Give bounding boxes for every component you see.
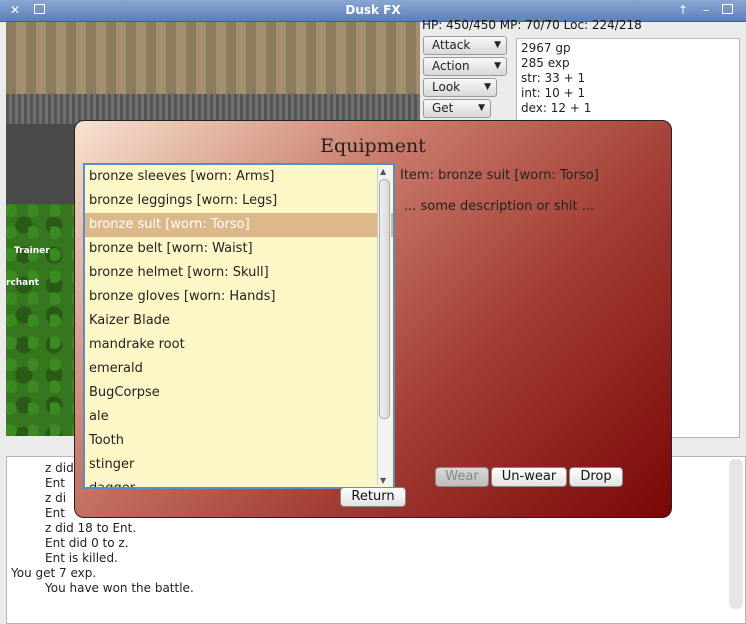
- log-line: Ent is killed.: [45, 551, 118, 565]
- maximize-icon[interactable]: [722, 4, 733, 14]
- get-label: Get: [432, 101, 454, 115]
- log-line: Ent: [45, 476, 65, 490]
- status-line: HP: 450/450 MP: 70/70 Loc: 224/218: [422, 18, 642, 32]
- dialog-title: Equipment: [320, 135, 426, 157]
- attack-label: Attack: [432, 38, 471, 52]
- equipment-item[interactable]: BugCorpse: [85, 381, 393, 405]
- stat-exp: 285 exp: [521, 56, 570, 70]
- equipment-item[interactable]: emerald: [85, 357, 393, 381]
- map-label-trainer: Trainer: [14, 246, 50, 256]
- chevron-down-icon: ▼: [494, 61, 501, 71]
- equipment-dialog: Equipment bronze sleeves [worn: Arms] bro…: [74, 120, 672, 518]
- return-button[interactable]: Return: [340, 487, 406, 507]
- equipment-item[interactable]: bronze suit [worn: Torso]: [85, 213, 393, 237]
- equipment-item[interactable]: mandrake root: [85, 333, 393, 357]
- stat-dex: dex: 12 + 1: [521, 101, 592, 115]
- unwear-button[interactable]: Un-wear: [491, 467, 567, 487]
- item-info: Item: bronze suit [worn: Torso]: [400, 168, 599, 183]
- log-line: Ent did 0 to z.: [45, 536, 129, 550]
- window-title: Dusk FX: [345, 3, 401, 17]
- list-scroll-thumb[interactable]: [379, 179, 390, 419]
- log-line: Ent: [45, 506, 65, 520]
- equipment-item[interactable]: bronze belt [worn: Waist]: [85, 237, 393, 261]
- equipment-items: bronze sleeves [worn: Arms] bronze leggin…: [85, 165, 393, 487]
- attack-button[interactable]: Attack ▼: [423, 36, 507, 55]
- log-line: z did 18 to Ent.: [45, 521, 137, 535]
- scroll-down-icon[interactable]: ▼: [380, 476, 386, 485]
- minimize-icon[interactable]: –: [699, 3, 713, 17]
- equipment-item[interactable]: bronze leggings [worn: Legs]: [85, 189, 393, 213]
- log-line: You get 7 exp.: [11, 566, 97, 580]
- equipment-item[interactable]: stinger: [85, 453, 393, 477]
- log-line: z di: [45, 491, 67, 505]
- chevron-down-icon: ▼: [484, 82, 491, 92]
- chevron-down-icon: ▼: [478, 103, 485, 113]
- map-wall: [6, 22, 420, 94]
- stat-str: str: 33 + 1: [521, 71, 586, 85]
- stat-gold: 2967 gp: [521, 41, 571, 55]
- action-label: Action: [432, 59, 470, 73]
- stat-int: int: 10 + 1: [521, 86, 586, 100]
- action-button[interactable]: Action ▼: [423, 57, 507, 76]
- get-button[interactable]: Get ▼: [423, 99, 491, 118]
- drop-button[interactable]: Drop: [569, 467, 623, 487]
- map-label-merchant: rchant: [6, 278, 39, 288]
- wear-button[interactable]: Wear: [435, 467, 489, 487]
- look-label: Look: [432, 80, 461, 94]
- look-button[interactable]: Look ▼: [423, 78, 497, 97]
- chevron-down-icon: ▼: [494, 40, 501, 50]
- log-line: z did: [45, 461, 74, 475]
- log-line: You have won the battle.: [45, 581, 194, 595]
- item-description: ... some description or shit ...: [404, 199, 595, 214]
- equipment-item[interactable]: ale: [85, 405, 393, 429]
- scroll-up-icon[interactable]: ▲: [380, 167, 386, 176]
- window-up-icon[interactable]: ↑: [676, 3, 690, 17]
- list-scrollbar[interactable]: ▲ ▼: [377, 167, 391, 485]
- equipment-item[interactable]: bronze gloves [worn: Hands]: [85, 285, 393, 309]
- log-scrollbar[interactable]: [729, 459, 743, 609]
- equipment-item[interactable]: Kaizer Blade: [85, 309, 393, 333]
- equipment-item[interactable]: Tooth: [85, 429, 393, 453]
- equipment-item[interactable]: bronze sleeves [worn: Arms]: [85, 165, 393, 189]
- equipment-list[interactable]: bronze sleeves [worn: Arms] bronze leggin…: [83, 163, 395, 489]
- equipment-item[interactable]: bronze helmet [worn: Skull]: [85, 261, 393, 285]
